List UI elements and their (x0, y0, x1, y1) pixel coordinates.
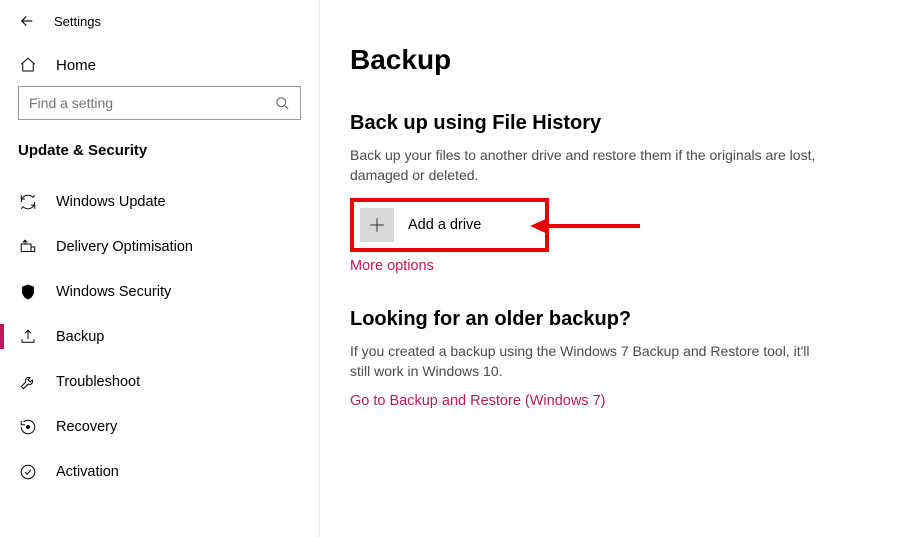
older-backup-heading: Looking for an older backup? (350, 308, 894, 331)
annotation-arrow-icon (530, 214, 640, 238)
nav-item-delivery-optimisation[interactable]: Delivery Optimisation (0, 224, 319, 269)
home-label: Home (56, 57, 96, 74)
add-drive-button[interactable] (360, 208, 394, 242)
search-box[interactable] (18, 86, 301, 120)
shield-icon (18, 283, 38, 301)
titlebar: Settings (0, 12, 319, 48)
search-icon (275, 96, 290, 111)
home-row[interactable]: Home (0, 48, 319, 86)
add-drive-label: Add a drive (408, 217, 481, 233)
wrench-icon (18, 373, 38, 391)
recovery-icon (18, 418, 38, 436)
sync-icon (18, 193, 38, 211)
nav-item-activation[interactable]: Activation (0, 449, 319, 494)
add-drive-highlight: Add a drive (350, 198, 549, 252)
nav-item-windows-update[interactable]: Windows Update (0, 179, 319, 224)
home-icon (18, 56, 38, 74)
older-backup-description: If you created a backup using the Window… (350, 341, 830, 382)
app-title: Settings (54, 14, 101, 29)
nav-label: Windows Security (56, 284, 171, 300)
nav-item-troubleshoot[interactable]: Troubleshoot (0, 359, 319, 404)
section-label: Update & Security (0, 136, 319, 179)
nav-list: Windows Update Delivery Optimisation Win… (0, 179, 319, 494)
backup-icon (18, 328, 38, 346)
nav-label: Troubleshoot (56, 374, 140, 390)
page-title: Backup (350, 44, 894, 76)
main-content: Backup Back up using File History Back u… (320, 0, 924, 537)
nav-item-windows-security[interactable]: Windows Security (0, 269, 319, 314)
activation-icon (18, 463, 38, 481)
more-options-link[interactable]: More options (350, 258, 894, 274)
delivery-icon (18, 238, 38, 256)
back-icon[interactable] (18, 12, 36, 30)
file-history-heading: Back up using File History (350, 112, 894, 135)
nav-label: Windows Update (56, 194, 166, 210)
file-history-description: Back up your files to another drive and … (350, 145, 830, 186)
plus-icon (367, 215, 387, 235)
sidebar: Settings Home Update & Security Windows … (0, 0, 320, 537)
nav-label: Recovery (56, 419, 117, 435)
nav-item-backup[interactable]: Backup (0, 314, 319, 359)
search-input[interactable] (29, 95, 275, 111)
nav-label: Activation (56, 464, 119, 480)
nav-item-recovery[interactable]: Recovery (0, 404, 319, 449)
nav-label: Backup (56, 329, 104, 345)
older-backup-link[interactable]: Go to Backup and Restore (Windows 7) (350, 393, 894, 409)
nav-label: Delivery Optimisation (56, 239, 193, 255)
